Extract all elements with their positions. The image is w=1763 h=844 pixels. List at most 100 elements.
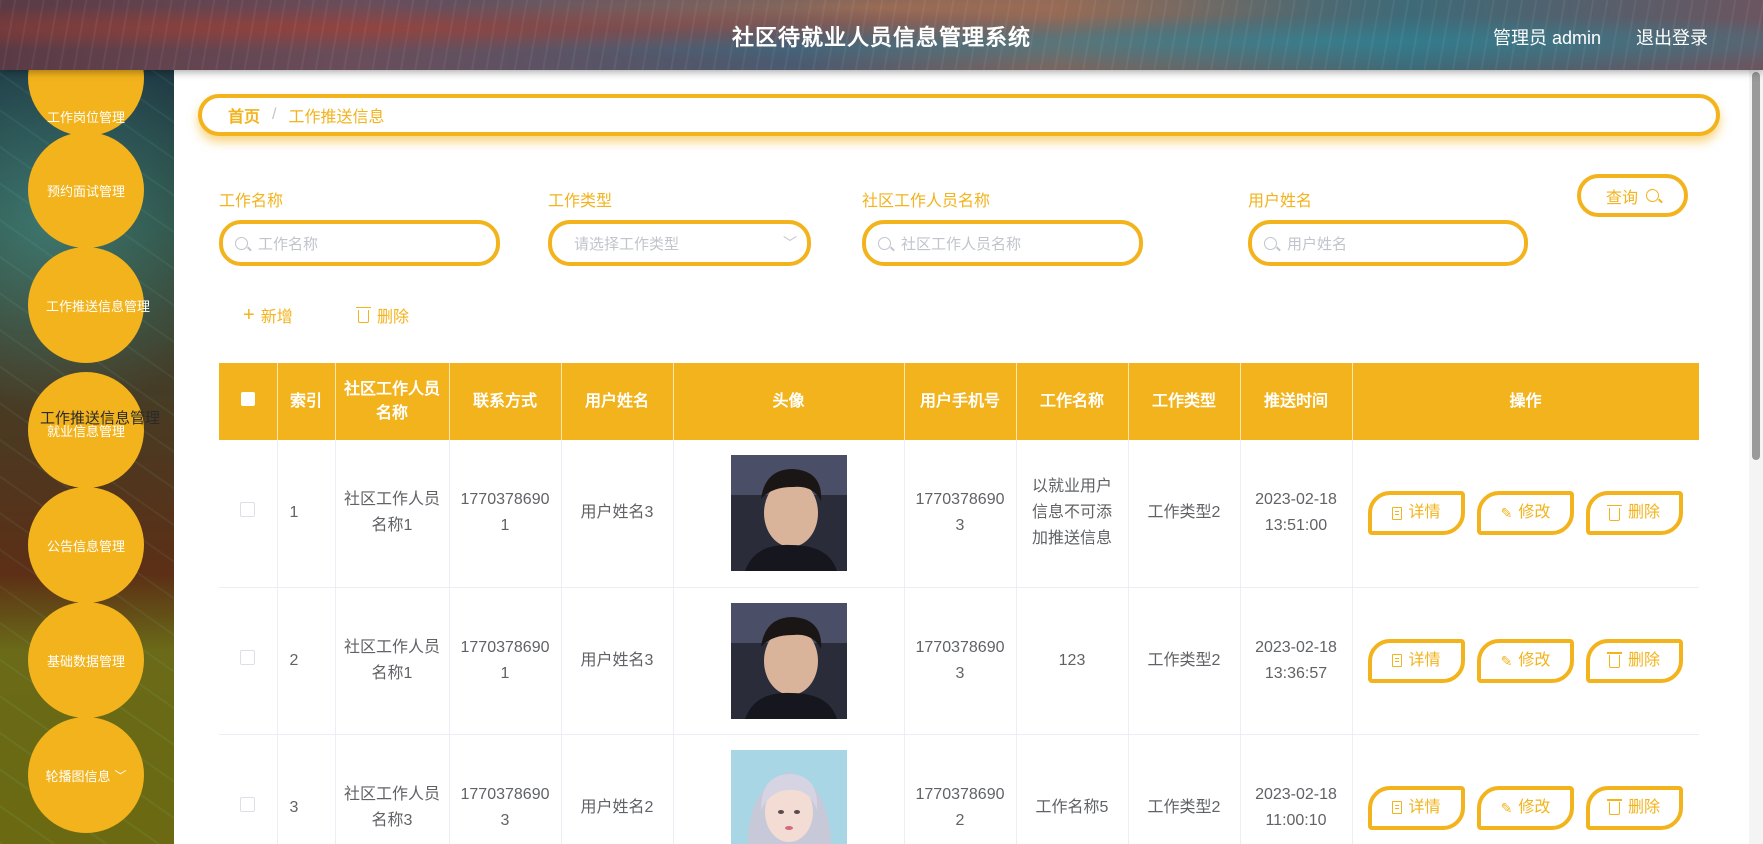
sidebar-item-job-push[interactable]: 工作推送信息管理 bbox=[28, 247, 150, 363]
sidebar-item-carousel[interactable]: 轮播图信息 ﹀ bbox=[28, 717, 144, 833]
cell-user-name: 用户姓名3 bbox=[561, 440, 674, 588]
cell-operations: 详情 ✎ 修改 删除 bbox=[1352, 734, 1699, 844]
row-checkbox-cell[interactable] bbox=[219, 587, 278, 735]
search-icon bbox=[878, 236, 891, 250]
delete-button[interactable]: 删除 bbox=[1586, 785, 1683, 830]
job-name-placeholder: 工作名称 bbox=[258, 235, 319, 253]
edit-button[interactable]: ✎ 修改 bbox=[1477, 491, 1574, 536]
worker-name-placeholder: 社区工作人员名称 bbox=[901, 235, 1022, 253]
trash-icon bbox=[1606, 652, 1622, 668]
breadcrumb-home[interactable]: 首页 bbox=[228, 103, 260, 127]
cell-index: 1 bbox=[277, 440, 336, 588]
cell-user-phone: 17703786903 bbox=[904, 587, 1017, 735]
sidebar-item-base-data[interactable]: 基础数据管理 bbox=[28, 602, 144, 718]
breadcrumb-separator: / bbox=[272, 106, 277, 123]
sidebar-item-employment[interactable]: 就业信息管理 bbox=[28, 372, 144, 488]
row-checkbox[interactable] bbox=[240, 796, 256, 812]
query-button-label: 查询 bbox=[1605, 189, 1638, 207]
column-header-push-time: 推送时间 bbox=[1240, 363, 1353, 440]
edit-button[interactable]: ✎ 修改 bbox=[1477, 785, 1574, 830]
edit-button[interactable]: ✎ 修改 bbox=[1477, 638, 1574, 683]
cell-job-name: 123 bbox=[1016, 587, 1129, 735]
sidebar-item-label: 预约面试管理 bbox=[46, 183, 125, 199]
logout-link[interactable]: 退出登录 bbox=[1636, 24, 1708, 50]
document-icon bbox=[1392, 506, 1403, 520]
cell-user-name: 用户姓名2 bbox=[561, 734, 674, 844]
trash-icon bbox=[356, 306, 371, 323]
search-icon bbox=[1646, 189, 1659, 202]
push-info-table: 索引 社区工作人员名称 联系方式 用户姓名 头像 用户手机号 工作名称 工作类型… bbox=[219, 363, 1699, 844]
query-button[interactable]: 查询 bbox=[1577, 174, 1688, 217]
breadcrumb-current: 工作推送信息 bbox=[288, 109, 385, 126]
search-icon bbox=[1264, 236, 1277, 250]
page-scrollbar[interactable] bbox=[1749, 70, 1763, 844]
delete-button[interactable]: 删除 bbox=[1586, 491, 1683, 536]
worker-name-label: 社区工作人员名称 bbox=[862, 193, 991, 210]
sidebar-item-label: 工作推送信息管理 bbox=[46, 298, 151, 314]
column-header-worker-name: 社区工作人员名称 bbox=[335, 363, 450, 440]
admin-user-label: 管理员 admin bbox=[1493, 28, 1602, 48]
user-name-input[interactable]: 用户姓名 bbox=[1248, 220, 1528, 266]
row-checkbox[interactable] bbox=[240, 649, 256, 665]
column-header-avatar: 头像 bbox=[673, 363, 905, 440]
cell-contact: 17703786903 bbox=[449, 734, 562, 844]
cell-user-name: 用户姓名3 bbox=[561, 587, 674, 735]
breadcrumb: 首页 / 工作推送信息 bbox=[198, 94, 1720, 136]
cell-user-phone: 17703786902 bbox=[904, 734, 1017, 844]
edit-icon: ✎ bbox=[1500, 652, 1513, 669]
trash-icon bbox=[1606, 799, 1622, 815]
sidebar-item-label: 公告信息管理 bbox=[46, 538, 125, 554]
document-icon bbox=[1392, 801, 1403, 814]
add-button-label: 新增 bbox=[260, 309, 293, 326]
select-all-header[interactable] bbox=[219, 363, 278, 440]
cell-contact: 17703786901 bbox=[449, 440, 562, 588]
select-all-checkbox[interactable] bbox=[240, 391, 255, 406]
job-type-select[interactable]: 请选择工作类型 ﹀ bbox=[548, 220, 811, 266]
cell-worker-name: 社区工作人员名称1 bbox=[335, 440, 450, 588]
delete-button[interactable]: 删除 bbox=[1586, 638, 1683, 683]
cell-job-name: 以就业用户信息不可添加推送信息 bbox=[1016, 440, 1129, 588]
cell-job-type: 工作类型2 bbox=[1128, 587, 1241, 735]
edit-button-label: 修改 bbox=[1518, 798, 1551, 816]
cell-push-time: 2023-02-18 13:36:57 bbox=[1240, 587, 1353, 735]
row-checkbox-cell[interactable] bbox=[219, 440, 278, 588]
column-header-contact: 联系方式 bbox=[449, 363, 562, 440]
scrollbar-thumb[interactable] bbox=[1752, 72, 1760, 460]
sidebar-item-job-positions[interactable]: 工作岗位管理 bbox=[28, 70, 144, 136]
trash-icon bbox=[1606, 504, 1622, 521]
add-button[interactable]: + 新增 bbox=[243, 303, 293, 327]
column-header-user-name: 用户姓名 bbox=[561, 363, 674, 440]
cell-worker-name: 社区工作人员名称1 bbox=[335, 587, 450, 735]
cell-index: 3 bbox=[277, 734, 336, 844]
row-checkbox[interactable] bbox=[240, 502, 256, 518]
table-row: 2 社区工作人员名称1 17703786901 用户姓名3 1770378690… bbox=[219, 587, 1699, 735]
top-header: 社区待就业人员信息管理系统 管理员 admin 退出登录 bbox=[0, 0, 1763, 70]
detail-button[interactable]: 详情 bbox=[1368, 785, 1465, 830]
plus-icon: + bbox=[243, 304, 255, 326]
cell-contact: 17703786901 bbox=[449, 587, 562, 735]
sidebar-submenu-job-push[interactable]: 工作推送信息管理 bbox=[40, 407, 160, 428]
row-checkbox-cell[interactable] bbox=[219, 734, 278, 844]
detail-button[interactable]: 详情 bbox=[1368, 638, 1465, 683]
cell-user-phone: 17703786903 bbox=[904, 440, 1017, 588]
job-name-label: 工作名称 bbox=[219, 193, 284, 210]
chevron-down-icon: ﹀ bbox=[783, 235, 797, 251]
column-header-index: 索引 bbox=[277, 363, 336, 440]
edit-button-label: 修改 bbox=[1518, 651, 1551, 669]
cell-job-type: 工作类型2 bbox=[1128, 440, 1241, 588]
job-name-input[interactable]: 工作名称 bbox=[219, 220, 500, 266]
batch-delete-button[interactable]: 删除 bbox=[356, 303, 409, 327]
sidebar-item-announcements[interactable]: 公告信息管理 bbox=[28, 487, 144, 603]
user-name-label: 用户姓名 bbox=[1248, 193, 1313, 210]
cell-push-time: 2023-02-18 11:00:10 bbox=[1240, 734, 1353, 844]
search-icon bbox=[235, 236, 248, 250]
cell-operations: 详情 ✎ 修改 删除 bbox=[1352, 587, 1699, 735]
table-header-row: 索引 社区工作人员名称 联系方式 用户姓名 头像 用户手机号 工作名称 工作类型… bbox=[219, 363, 1699, 440]
edit-icon: ✎ bbox=[1500, 799, 1513, 816]
worker-name-input[interactable]: 社区工作人员名称 bbox=[862, 220, 1143, 266]
cell-job-type: 工作类型2 bbox=[1128, 734, 1241, 844]
detail-button-label: 详情 bbox=[1408, 798, 1441, 816]
sidebar-item-interviews[interactable]: 预约面试管理 bbox=[28, 132, 144, 248]
cell-avatar bbox=[673, 440, 905, 588]
detail-button[interactable]: 详情 bbox=[1368, 491, 1465, 536]
